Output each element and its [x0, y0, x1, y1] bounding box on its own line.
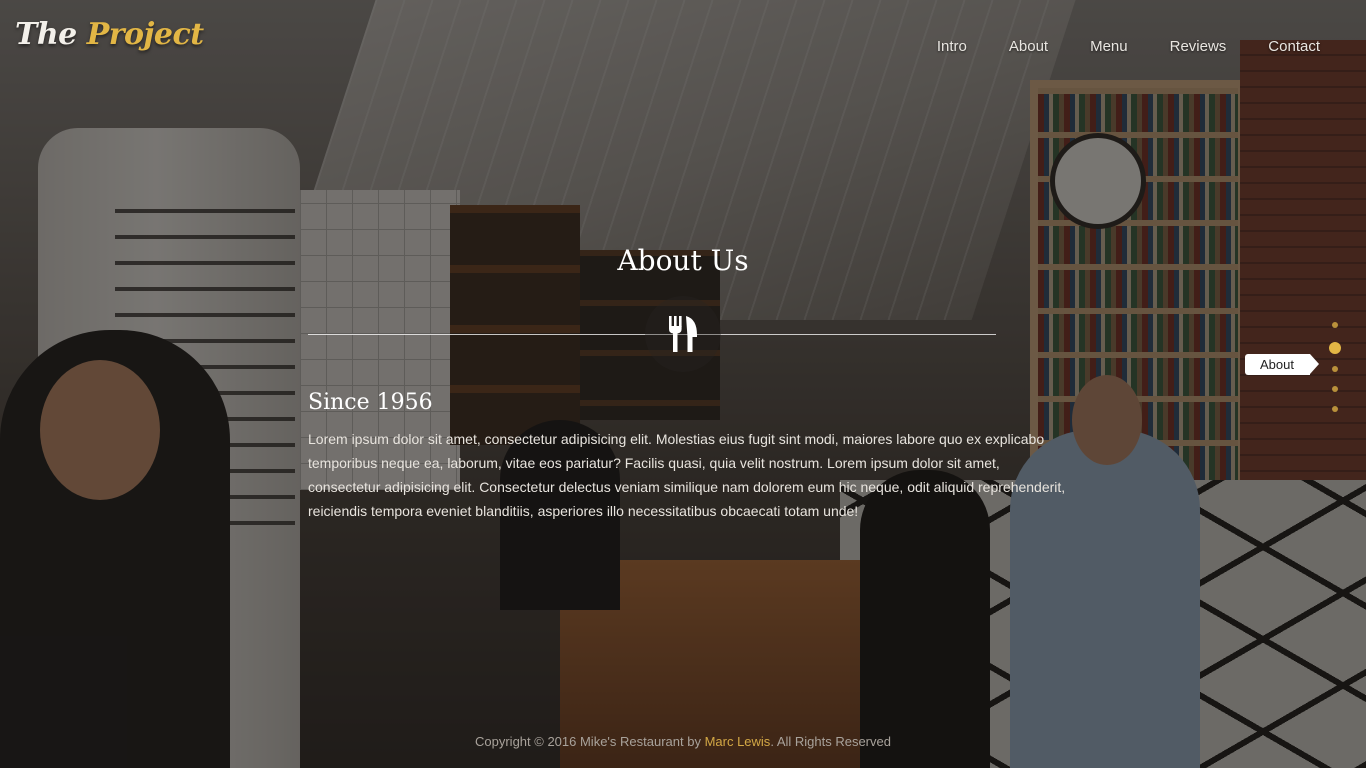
side-nav-dot-about[interactable] — [1329, 342, 1341, 354]
nav-item-reviews[interactable]: Reviews — [1170, 38, 1227, 55]
footer-copyright: Copyright © 2016 Mike's Restaurant by — [475, 734, 705, 749]
nav-item-menu[interactable]: Menu — [1090, 38, 1128, 55]
nav-item-about[interactable]: About — [1009, 38, 1048, 55]
section-subtitle: Since 1956 — [308, 390, 433, 415]
site-logo[interactable]: The Project — [15, 17, 204, 52]
section-icon-badge — [645, 296, 721, 372]
section-paragraph: Lorem ipsum dolor sit amet, consectetur … — [308, 431, 1066, 519]
side-nav-dot-intro[interactable] — [1332, 322, 1338, 328]
side-nav-dot-contact[interactable] — [1332, 406, 1338, 412]
dark-overlay — [0, 0, 1366, 768]
footer: Copyright © 2016 Mike's Restaurant by Ma… — [0, 734, 1366, 749]
section-title: About Us — [617, 244, 749, 277]
nav-item-contact[interactable]: Contact — [1268, 38, 1320, 55]
side-nav-tooltip: About — [1245, 354, 1319, 375]
side-nav-dot-menu[interactable] — [1332, 366, 1338, 372]
fork-knife-icon — [669, 316, 697, 352]
footer-rights: . All Rights Reserved — [770, 734, 891, 749]
side-nav-dots — [1328, 322, 1342, 426]
logo-text-the: The — [15, 17, 77, 52]
side-nav-dot-reviews[interactable] — [1332, 386, 1338, 392]
main-nav: Intro About Menu Reviews Contact — [895, 38, 1320, 55]
logo-text-project: Project — [86, 17, 204, 52]
footer-author-link[interactable]: Marc Lewis — [705, 734, 771, 749]
nav-item-intro[interactable]: Intro — [937, 38, 967, 55]
